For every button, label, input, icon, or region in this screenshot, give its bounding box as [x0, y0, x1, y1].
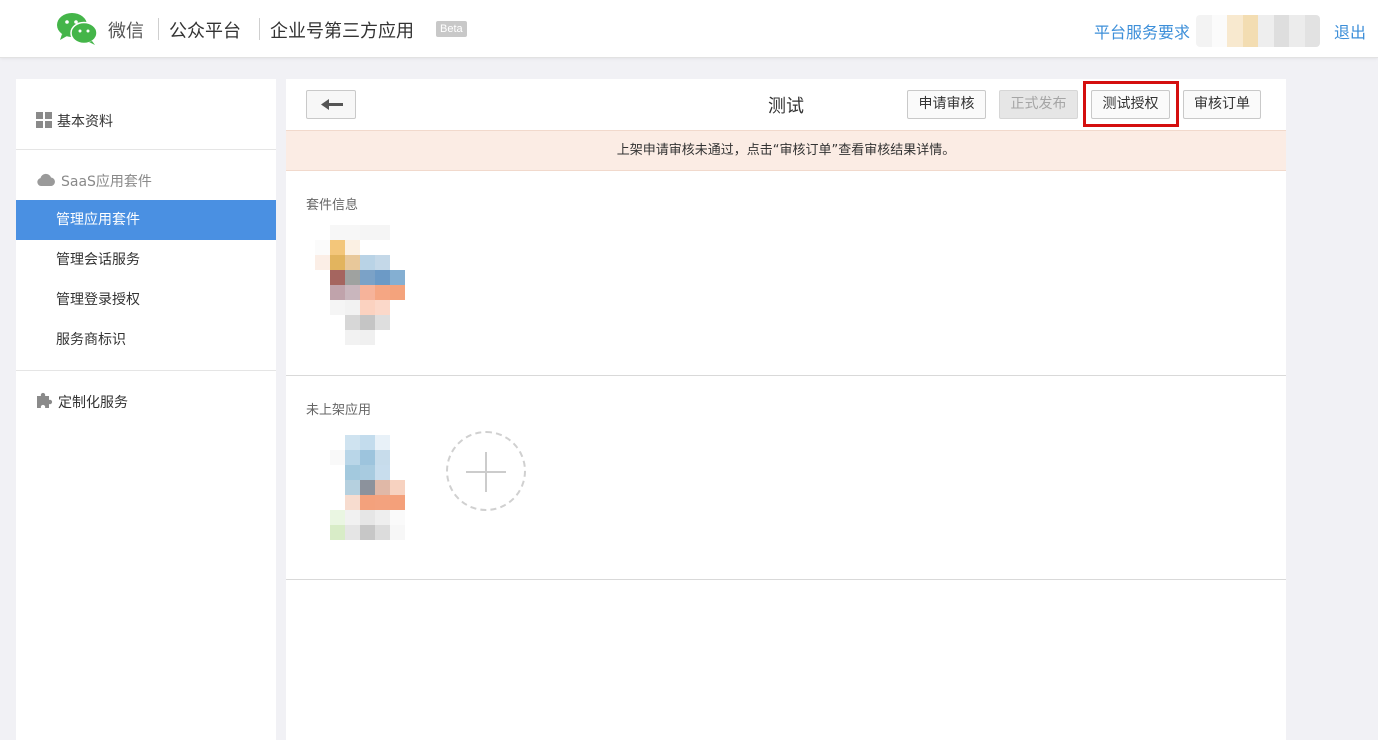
account-avatar[interactable]: [1196, 15, 1320, 47]
sidebar-item-provider-logo[interactable]: 服务商标识: [16, 320, 276, 360]
header-separator: [259, 18, 260, 40]
suite-info-heading: 套件信息: [306, 198, 359, 213]
sidebar-item-manage-login-auth[interactable]: 管理登录授权: [16, 280, 276, 320]
publish-button[interactable]: 正式发布: [999, 90, 1078, 119]
section-divider: [286, 579, 1286, 580]
wechat-logo-icon: [57, 13, 98, 45]
page-title: 测试: [768, 96, 804, 117]
unlisted-app-logo-image[interactable]: [330, 435, 420, 540]
sidebar-item-manage-session[interactable]: 管理会话服务: [16, 240, 276, 280]
review-notice-banner: 上架申请审核未通过，点击“审核订单”查看审核结果详情。: [286, 130, 1286, 171]
back-button[interactable]: [306, 90, 356, 119]
platform-brand: 公众平台: [169, 21, 241, 42]
test-auth-highlight: [1083, 81, 1179, 127]
wechat-brand: 微信: [108, 21, 144, 42]
sidebar-divider: [16, 370, 276, 371]
puzzle-icon: [37, 392, 53, 408]
main-panel: 测试 申请审核 正式发布 测试授权 审核订单 上架申请审核未通过，点击“审核订单…: [286, 79, 1286, 740]
plus-icon: [485, 452, 487, 492]
sidebar-item-basic-info[interactable]: 基本资料: [57, 111, 113, 131]
grid-icon: [36, 112, 52, 128]
arrow-left-icon: [321, 99, 343, 110]
sidebar-divider: [16, 149, 276, 150]
platform-service-link[interactable]: 平台服务要求: [1094, 19, 1190, 43]
logout-link[interactable]: 退出: [1334, 19, 1366, 43]
unlisted-apps-heading: 未上架应用: [306, 403, 372, 418]
enterprise-app-title: 企业号第三方应用: [270, 21, 414, 42]
cloud-icon: [37, 173, 55, 186]
suite-logo-image[interactable]: [315, 225, 405, 345]
sidebar-item-manage-suite[interactable]: 管理应用套件: [16, 200, 276, 240]
top-header: 微信 公众平台 企业号第三方应用 Beta 平台服务要求 退出: [0, 0, 1378, 58]
apply-review-button[interactable]: 申请审核: [907, 90, 986, 119]
sidebar: 基本资料 SaaS应用套件 管理应用套件 管理会话服务 管理登录授权 服务商标识…: [16, 79, 276, 740]
beta-badge: Beta: [436, 21, 467, 37]
add-app-button[interactable]: [446, 431, 526, 511]
sidebar-item-custom-service[interactable]: 定制化服务: [58, 392, 128, 412]
header-separator: [158, 18, 159, 40]
sidebar-group-saas: SaaS应用套件: [61, 174, 152, 190]
review-order-button[interactable]: 审核订单: [1183, 90, 1261, 119]
section-divider: [286, 375, 1286, 376]
